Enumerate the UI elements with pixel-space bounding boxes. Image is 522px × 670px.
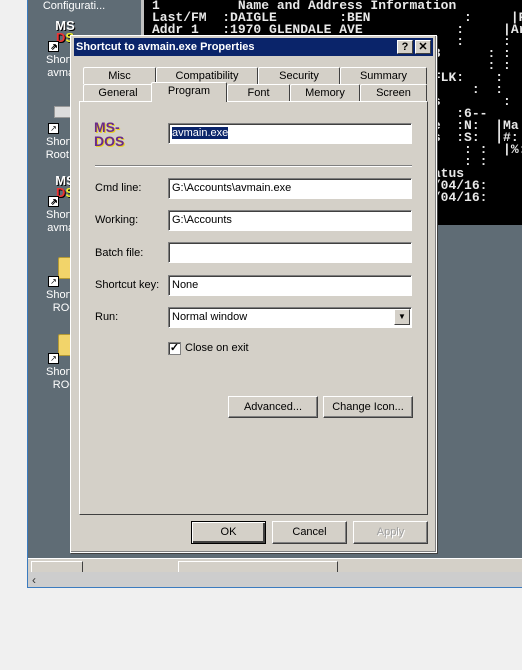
tab-misc[interactable]: Misc [83, 67, 156, 84]
tab-security[interactable]: Security [258, 67, 340, 84]
batch-file-label: Batch file: [95, 247, 144, 259]
advanced-button[interactable]: Advanced... [228, 396, 318, 418]
properties-dialog: Shortcut to avmain.exe Properties ? ✕ Mi… [70, 35, 437, 553]
scroll-left-icon[interactable]: ‹ [32, 573, 36, 587]
dialog-title: Shortcut to avmain.exe Properties [76, 41, 255, 53]
desktop-icon-config[interactable]: Configurati... [34, 0, 114, 13]
cmd-line-input[interactable]: G:\Accounts\avmain.exe [168, 178, 412, 199]
tab-screen[interactable]: Screen [360, 84, 427, 101]
shortcut-key-label: Shortcut key: [95, 279, 160, 291]
shortcut-arrow-icon: ↗ [48, 276, 59, 287]
close-on-exit-checkbox[interactable]: ✓ [168, 342, 181, 355]
chevron-down-icon[interactable]: ▼ [394, 309, 410, 325]
help-button[interactable]: ? [397, 40, 413, 54]
shortcut-arrow-icon: ↗ [48, 123, 59, 134]
run-value: Normal window [172, 311, 248, 323]
horizontal-scrollbar[interactable]: ‹ [28, 572, 522, 587]
cancel-button[interactable]: Cancel [272, 521, 347, 544]
change-icon-button[interactable]: Change Icon... [323, 396, 413, 418]
tab-summary[interactable]: Summary [340, 67, 427, 84]
icon-label: Configurati... [42, 0, 106, 12]
shortcut-key-input[interactable]: None [168, 275, 412, 296]
separator [95, 165, 412, 167]
msdos-icon: MS-DOS [94, 119, 125, 149]
apply-button[interactable]: Apply [353, 521, 428, 544]
program-tab-panel: MS-DOS avmain.exe Cmd line: G:\Accounts\… [79, 101, 428, 515]
tab-program[interactable]: Program [151, 82, 227, 102]
tab-general[interactable]: General [83, 84, 153, 101]
close-on-exit-label: Close on exit [185, 342, 249, 354]
dialog-titlebar[interactable]: Shortcut to avmain.exe Properties ? ✕ [74, 38, 433, 56]
working-input[interactable]: G:\Accounts [168, 210, 412, 231]
run-label: Run: [95, 311, 119, 323]
close-button[interactable]: ✕ [415, 40, 431, 54]
shortcut-arrow-icon: ↗ [48, 196, 59, 207]
program-name-field[interactable]: avmain.exe [168, 123, 412, 144]
shortcut-arrow-icon: ↗ [48, 353, 59, 364]
working-label: Working: [95, 214, 139, 226]
run-select[interactable]: Normal window ▼ [168, 307, 412, 328]
name-value: avmain.exe [172, 127, 229, 139]
tab-font[interactable]: Font [227, 84, 290, 101]
taskbar [28, 558, 522, 573]
cmd-line-label: Cmd line: [95, 182, 142, 194]
shortcut-arrow-icon: ↗ [48, 41, 59, 52]
batch-file-input[interactable] [168, 242, 412, 263]
tab-memory[interactable]: Memory [290, 84, 360, 101]
ok-button[interactable]: OK [191, 521, 266, 544]
